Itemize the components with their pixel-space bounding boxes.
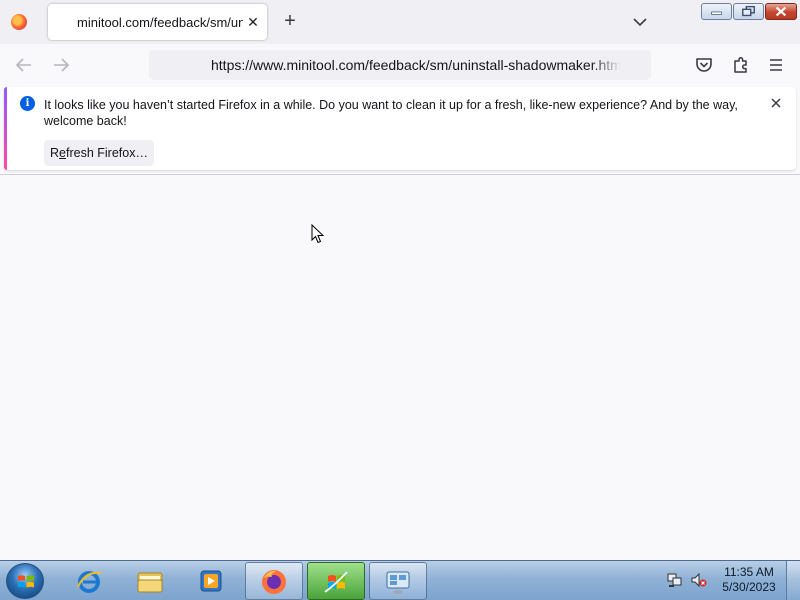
page-content[interactable] (0, 175, 800, 560)
taskbar-internet-explorer[interactable] (61, 562, 119, 600)
restore-icon (742, 5, 755, 17)
minimize-icon (711, 11, 722, 15)
refresh-button-accelerator: e (59, 146, 66, 160)
tab-list-chevron-down-icon[interactable] (630, 12, 650, 32)
notification-close-icon[interactable] (768, 95, 784, 111)
folder-icon (137, 572, 163, 593)
forward-arrow-icon[interactable] (51, 56, 71, 74)
show-desktop-button[interactable] (786, 561, 800, 600)
windows-logo-icon (18, 575, 34, 588)
network-icon[interactable] (667, 572, 683, 588)
windows-update-icon (324, 571, 348, 593)
clock-time: 11:35 AM (724, 565, 774, 579)
taskbar-control-panel[interactable] (369, 562, 427, 600)
refresh-button-label-rest: fresh Firefox… (66, 146, 148, 160)
new-tab-button[interactable]: + (279, 10, 301, 32)
tab-close-icon[interactable]: ✕ (244, 12, 262, 32)
taskbar-windows-update[interactable] (307, 562, 365, 600)
extensions-puzzle-icon[interactable] (731, 55, 751, 75)
close-icon (775, 6, 787, 17)
notification-accent-stripe (4, 87, 7, 170)
minimize-button[interactable] (701, 3, 732, 20)
mouse-cursor-icon (311, 224, 325, 244)
tab-strip: minitool.com/feedback/sm/uninstall-shado… (0, 0, 800, 44)
start-button[interactable] (6, 563, 44, 599)
control-panel-icon (386, 571, 410, 594)
menu-hamburger-icon[interactable] (766, 55, 786, 75)
firefox-icon (262, 570, 286, 594)
internet-explorer-icon (77, 571, 102, 593)
url-text[interactable]: https://www.minitool.com/feedback/sm/uni… (211, 57, 621, 73)
media-player-icon (200, 570, 222, 592)
taskbar-media-player[interactable] (183, 562, 241, 600)
tab-title: minitool.com/feedback/sm/uninstall-shado… (77, 15, 243, 30)
clock-date: 5/30/2023 (722, 580, 776, 594)
notification-bar: i It looks like you haven’t started Fire… (4, 87, 796, 170)
refresh-firefox-button[interactable]: Refresh Firefox… (44, 140, 154, 166)
restore-button[interactable] (733, 3, 764, 20)
notification-message: It looks like you haven’t started Firefo… (44, 98, 738, 128)
taskbar-firefox[interactable] (245, 562, 303, 600)
back-arrow-icon[interactable] (14, 56, 34, 74)
url-fade (591, 50, 621, 80)
info-icon: i (20, 96, 35, 111)
system-clock[interactable]: 11:35 AM 5/30/2023 (716, 565, 782, 595)
tab-active[interactable]: minitool.com/feedback/sm/uninstall-shado… (48, 4, 267, 40)
close-window-button[interactable] (765, 3, 797, 20)
taskbar-windows-explorer[interactable] (122, 562, 180, 600)
refresh-button-label-prefix: R (50, 146, 60, 160)
firefox-view-icon[interactable] (11, 14, 27, 30)
pocket-icon[interactable] (694, 55, 714, 75)
url-bar[interactable]: https://www.minitool.com/feedback/sm/uni… (149, 50, 651, 80)
volume-muted-icon[interactable] (691, 572, 707, 588)
